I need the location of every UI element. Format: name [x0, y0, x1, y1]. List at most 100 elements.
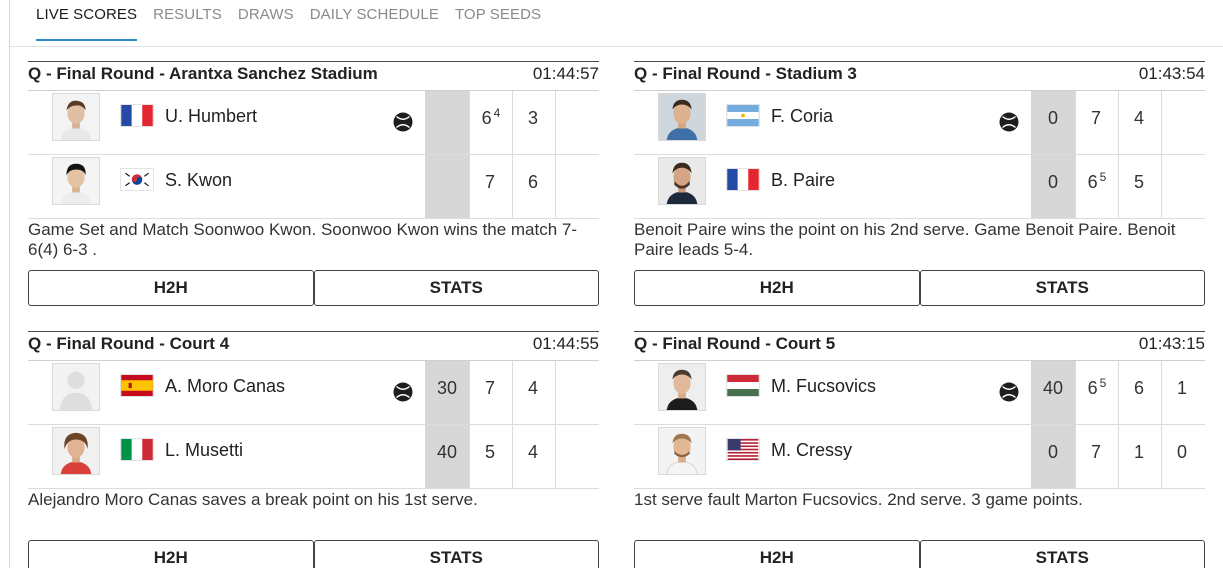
set-score: 65: [1076, 376, 1118, 399]
tab-results[interactable]: RESULTS: [153, 0, 222, 41]
player-name[interactable]: F. Coria: [771, 106, 833, 127]
set-games: 7: [484, 378, 495, 398]
tiebreak-score: 5: [1099, 376, 1107, 390]
usa-flag-icon: [726, 438, 760, 461]
h2h-button[interactable]: H2H: [634, 270, 920, 306]
set-score: 5: [1119, 172, 1161, 193]
player-row[interactable]: S. Kwon 7 6: [28, 155, 599, 219]
set-games: 6: [1133, 378, 1144, 398]
h2h-button[interactable]: H2H: [28, 270, 314, 306]
set-games: 6: [1087, 172, 1098, 192]
player-photo[interactable]: [52, 93, 100, 141]
match-actions: H2H STATS: [28, 270, 599, 306]
match-commentary: Alejandro Moro Canas saves a break point…: [28, 490, 478, 509]
set-games: 4: [527, 442, 538, 462]
player-row[interactable]: M. Cressy 0 7 1 0: [634, 425, 1205, 489]
player-photo[interactable]: [52, 157, 100, 205]
stats-button[interactable]: STATS: [313, 540, 599, 568]
stats-button[interactable]: STATS: [313, 270, 599, 306]
match-card: Q - Final Round - Stadium 3 01:43:54 F. …: [634, 61, 1205, 306]
match-commentary: 1st serve fault Marton Fucsovics. 2nd se…: [634, 490, 1083, 509]
tab-daily-schedule[interactable]: DAILY SCHEDULE: [310, 0, 439, 41]
set-games: 4: [1133, 108, 1144, 128]
set-score: 7: [1076, 108, 1118, 129]
set-games: 7: [1090, 442, 1101, 462]
points-score: 40: [1042, 378, 1064, 398]
set-score: 65: [1076, 170, 1118, 193]
set-games: 6: [481, 108, 492, 128]
player-row[interactable]: B. Paire 0 65 5: [634, 155, 1205, 219]
match-commentary: Game Set and Match Soonwoo Kwon. Soonwoo…: [28, 220, 578, 259]
match-header: Q - Final Round - Arantxa Sanchez Stadiu…: [28, 61, 599, 91]
scoreboard: M. Fucsovics 40 65 6 1 M. Cressy 0 7 1 0: [634, 361, 1205, 489]
tab-draws[interactable]: DRAWS: [238, 0, 294, 41]
player-row[interactable]: F. Coria 0 7 4: [634, 91, 1205, 155]
tab-top-seeds[interactable]: TOP SEEDS: [455, 0, 541, 41]
set-score: 6: [1119, 378, 1161, 399]
match-header: Q - Final Round - Court 4 01:44:55: [28, 331, 599, 361]
spain-flag-icon: [120, 374, 154, 397]
player-name[interactable]: U. Humbert: [165, 106, 257, 127]
player-photo-placeholder[interactable]: [52, 363, 100, 411]
set-score: 5: [470, 442, 512, 463]
hungary-flag-icon: [726, 374, 760, 397]
player-name[interactable]: A. Moro Canas: [165, 376, 285, 397]
player-photo[interactable]: [52, 427, 100, 475]
set-games: 6: [1087, 378, 1098, 398]
player-name[interactable]: M. Cressy: [771, 440, 852, 461]
match-title: Q - Final Round - Court 4: [28, 334, 230, 353]
set-score: 3: [513, 108, 555, 129]
scoreboard: A. Moro Canas 30 7 4 L. Musetti 40 5 4: [28, 361, 599, 489]
set-score: 0: [1162, 442, 1204, 463]
set-score: 7: [470, 172, 512, 193]
scoreboard: F. Coria 0 7 4 B. Paire 0 65 5: [634, 91, 1205, 219]
player-name[interactable]: M. Fucsovics: [771, 376, 876, 397]
set-games: 4: [527, 378, 538, 398]
set-score: 4: [513, 442, 555, 463]
match-duration: 01:44:55: [532, 334, 599, 353]
h2h-button[interactable]: H2H: [634, 540, 920, 568]
player-name[interactable]: L. Musetti: [165, 440, 243, 461]
player-row[interactable]: U. Humbert 64 3: [28, 91, 599, 155]
set-games: 3: [527, 108, 538, 128]
serving-ball-icon: [999, 112, 1019, 132]
set-score: 4: [513, 378, 555, 399]
france-flag-icon: [120, 104, 154, 127]
player-row[interactable]: A. Moro Canas 30 7 4: [28, 361, 599, 425]
match-card: Q - Final Round - Court 5 01:43:15 M. Fu…: [634, 331, 1205, 568]
stats-button[interactable]: STATS: [919, 540, 1205, 568]
serving-ball-icon: [999, 382, 1019, 402]
match-title: Q - Final Round - Arantxa Sanchez Stadiu…: [28, 64, 378, 83]
tabs-divider: [10, 46, 1223, 47]
stats-button[interactable]: STATS: [919, 270, 1205, 306]
france-flag-icon: [726, 168, 760, 191]
h2h-button[interactable]: H2H: [28, 540, 314, 568]
points-score: 0: [1047, 442, 1058, 462]
serving-ball-icon: [393, 382, 413, 402]
set-score: 6: [513, 172, 555, 193]
points-score: 0: [1047, 108, 1058, 128]
tab-live-scores[interactable]: LIVE SCORES: [36, 0, 138, 41]
match-header: Q - Final Round - Stadium 3 01:43:54: [634, 61, 1205, 91]
match-actions: H2H STATS: [28, 540, 599, 568]
points-score: 40: [436, 442, 458, 462]
set-games: 7: [484, 172, 495, 192]
player-row[interactable]: M. Fucsovics 40 65 6 1: [634, 361, 1205, 425]
player-photo[interactable]: [658, 93, 706, 141]
player-photo[interactable]: [658, 157, 706, 205]
match-duration: 01:44:57: [532, 64, 599, 83]
player-photo[interactable]: [658, 363, 706, 411]
match-header: Q - Final Round - Court 5 01:43:15: [634, 331, 1205, 361]
set-games: 1: [1133, 442, 1144, 462]
set-score: 4: [1119, 108, 1161, 129]
points-score: 30: [436, 378, 458, 398]
points-score: 0: [1047, 172, 1058, 192]
player-name[interactable]: S. Kwon: [165, 170, 232, 191]
argentina-flag-icon: [726, 104, 760, 127]
set-games: 7: [1090, 108, 1101, 128]
player-name[interactable]: B. Paire: [771, 170, 835, 191]
player-row[interactable]: L. Musetti 40 5 4: [28, 425, 599, 489]
tournament-nav: LIVE SCORES RESULTS DRAWS DAILY SCHEDULE…: [36, 0, 541, 46]
player-photo[interactable]: [658, 427, 706, 475]
match-title: Q - Final Round - Stadium 3: [634, 64, 857, 83]
